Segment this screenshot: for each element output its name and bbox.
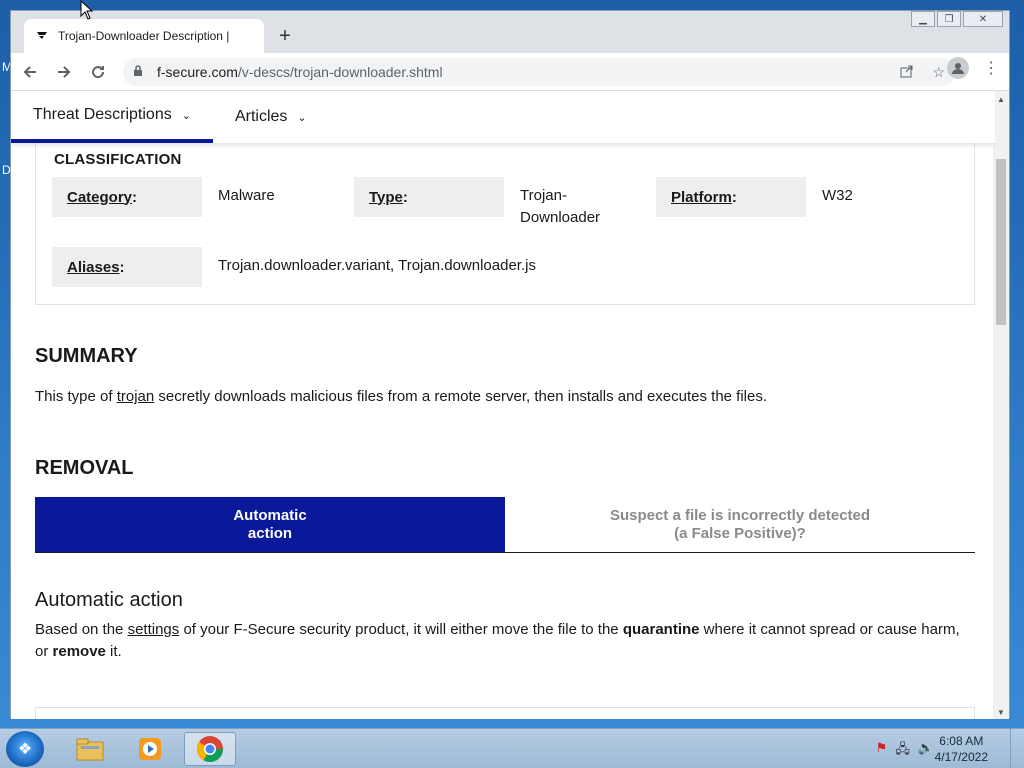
- category-label-cell: Category:: [52, 177, 202, 217]
- start-button[interactable]: ❖: [6, 731, 44, 767]
- url-path: /v-descs/trojan-downloader.shtml: [237, 64, 443, 80]
- taskbar-clock[interactable]: 6:08 AM 4/17/2022: [935, 733, 988, 765]
- reload-icon: [92, 65, 105, 78]
- remove-bold: remove: [52, 643, 106, 660]
- nav-articles[interactable]: Articles ⌄: [213, 91, 329, 143]
- maximize-button[interactable]: ❐: [937, 11, 961, 27]
- lock-icon[interactable]: [133, 64, 147, 80]
- url-host: f-secure.com: [157, 64, 238, 80]
- tab-label-line: Suspect a file is incorrectly detected: [609, 506, 871, 524]
- type-value-line: Trojan-: [520, 187, 567, 204]
- platform-label-cell: Platform:: [656, 177, 806, 217]
- removal-tabs: Automatic action Suspect a file is incor…: [35, 497, 975, 553]
- page-scrollbar[interactable]: ▲ ▼: [993, 91, 1009, 719]
- removal-heading: REMOVAL: [35, 457, 134, 479]
- volume-icon[interactable]: 🔊: [918, 740, 934, 762]
- text-part: where it cannot spread or cause harm,: [699, 621, 960, 638]
- address-bar[interactable]: f-secure.com/v-descs/trojan-downloader.s…: [123, 58, 955, 86]
- media-player-taskbar-button[interactable]: [124, 732, 176, 766]
- page-viewport: Threat Descriptions ⌄ Articles ⌄ CLASSIF…: [11, 91, 995, 719]
- minimize-button[interactable]: ▁: [911, 11, 935, 27]
- clock-date: 4/17/2022: [934, 750, 988, 764]
- scrollbar-thumb[interactable]: [996, 159, 1006, 325]
- network-icon[interactable]: 🖧: [895, 740, 910, 762]
- quarantine-bold: quarantine: [622, 621, 700, 638]
- text-part: of your F-Secure security product, it wi…: [179, 621, 623, 638]
- summary-text: This type of trojan secretly downloads m…: [35, 386, 767, 408]
- type-label[interactable]: Type: [369, 189, 403, 206]
- browser-window: Trojan-Downloader Description | + ▁ ❐ ✕ …: [10, 10, 1010, 719]
- text-part: Based on the: [35, 621, 128, 638]
- chrome-icon: [196, 736, 224, 763]
- aliases-label-cell: Aliases:: [52, 247, 202, 287]
- folder-icon: [76, 738, 104, 761]
- category-value: Malware: [218, 187, 275, 204]
- browser-tab[interactable]: Trojan-Downloader Description |: [24, 19, 264, 53]
- classification-box: CLASSIFICATION Category: Malware Type: T…: [35, 143, 975, 305]
- summary-heading: SUMMARY: [35, 345, 138, 367]
- tab-false-positive[interactable]: Suspect a file is incorrectly detected (…: [505, 497, 975, 552]
- automatic-action-heading: Automatic action: [35, 589, 183, 611]
- back-arrow-icon: [23, 65, 36, 78]
- media-player-icon: [139, 738, 161, 760]
- close-button[interactable]: ✕: [963, 11, 1003, 27]
- platform-value: W32: [822, 187, 853, 204]
- tab-label-line: (a False Positive)?: [674, 524, 806, 542]
- nav-threat-descriptions[interactable]: Threat Descriptions ⌄: [11, 91, 213, 143]
- automatic-action-text: Based on the settings of your F-Secure s…: [35, 619, 975, 663]
- trojan-link[interactable]: trojan: [117, 388, 155, 405]
- profile-avatar-icon[interactable]: [947, 57, 969, 79]
- chevron-down-icon: ⌄: [181, 109, 191, 122]
- chevron-down-icon: ⌄: [297, 111, 307, 124]
- site-nav: Threat Descriptions ⌄ Articles ⌄: [11, 91, 995, 143]
- type-value-line: Downloader: [520, 209, 601, 226]
- share-icon[interactable]: [900, 64, 914, 81]
- action-center-icon[interactable]: ⚑: [876, 740, 888, 762]
- system-tray: ⚑ 🖧 🔊: [876, 740, 934, 762]
- fsecure-favicon-icon: [34, 28, 50, 44]
- aliases-value: Trojan.downloader.variant, Trojan.downlo…: [218, 257, 536, 274]
- taskbar: ❖ ⚑ 🖧 🔊 6:08 AM 4/17/2022: [0, 728, 1024, 768]
- type-label-cell: Type:: [354, 177, 504, 217]
- window-controls: ▁ ❐ ✕: [911, 11, 1003, 27]
- classification-title: CLASSIFICATION: [54, 151, 182, 168]
- tab-automatic-action[interactable]: Automatic action: [35, 497, 505, 552]
- settings-link[interactable]: settings: [128, 621, 180, 638]
- explorer-taskbar-button[interactable]: [64, 732, 116, 766]
- forward-button[interactable]: [49, 57, 79, 87]
- new-tab-button[interactable]: +: [273, 24, 297, 48]
- tab-strip: Trojan-Downloader Description | + ▁ ❐ ✕: [11, 11, 1009, 53]
- show-desktop-button[interactable]: [1010, 729, 1024, 768]
- platform-label[interactable]: Platform: [671, 189, 732, 206]
- tab-label-line: action: [247, 524, 293, 542]
- browser-menu-icon[interactable]: ⋮: [983, 58, 999, 78]
- tab-title: Trojan-Downloader Description |: [58, 29, 230, 43]
- category-label[interactable]: Category: [67, 189, 132, 206]
- next-section-box: [35, 707, 975, 719]
- scroll-down-icon[interactable]: ▼: [997, 708, 1005, 717]
- reload-button[interactable]: [83, 57, 113, 87]
- windows-logo-icon: ❖: [17, 741, 33, 758]
- scroll-up-icon[interactable]: ▲: [997, 95, 1005, 104]
- nav-label: Threat Descriptions: [33, 106, 172, 123]
- mouse-cursor-icon: [80, 0, 94, 20]
- nav-label: Articles: [234, 108, 288, 125]
- text-part: or: [35, 643, 53, 660]
- summary-text-part: This type of: [35, 388, 117, 405]
- back-button[interactable]: [15, 57, 45, 87]
- type-value: Trojan- Downloader: [520, 185, 600, 229]
- chrome-taskbar-button[interactable]: [184, 732, 236, 766]
- browser-toolbar: f-secure.com/v-descs/trojan-downloader.s…: [11, 53, 1009, 91]
- bookmark-star-icon[interactable]: ☆: [932, 64, 945, 81]
- forward-arrow-icon: [58, 65, 71, 78]
- text-part: it.: [105, 643, 122, 660]
- summary-text-part: secretly downloads malicious files from …: [154, 388, 768, 405]
- clock-time: 6:08 AM: [939, 734, 984, 748]
- aliases-label[interactable]: Aliases: [67, 259, 120, 276]
- tab-label-line: Automatic: [233, 506, 307, 524]
